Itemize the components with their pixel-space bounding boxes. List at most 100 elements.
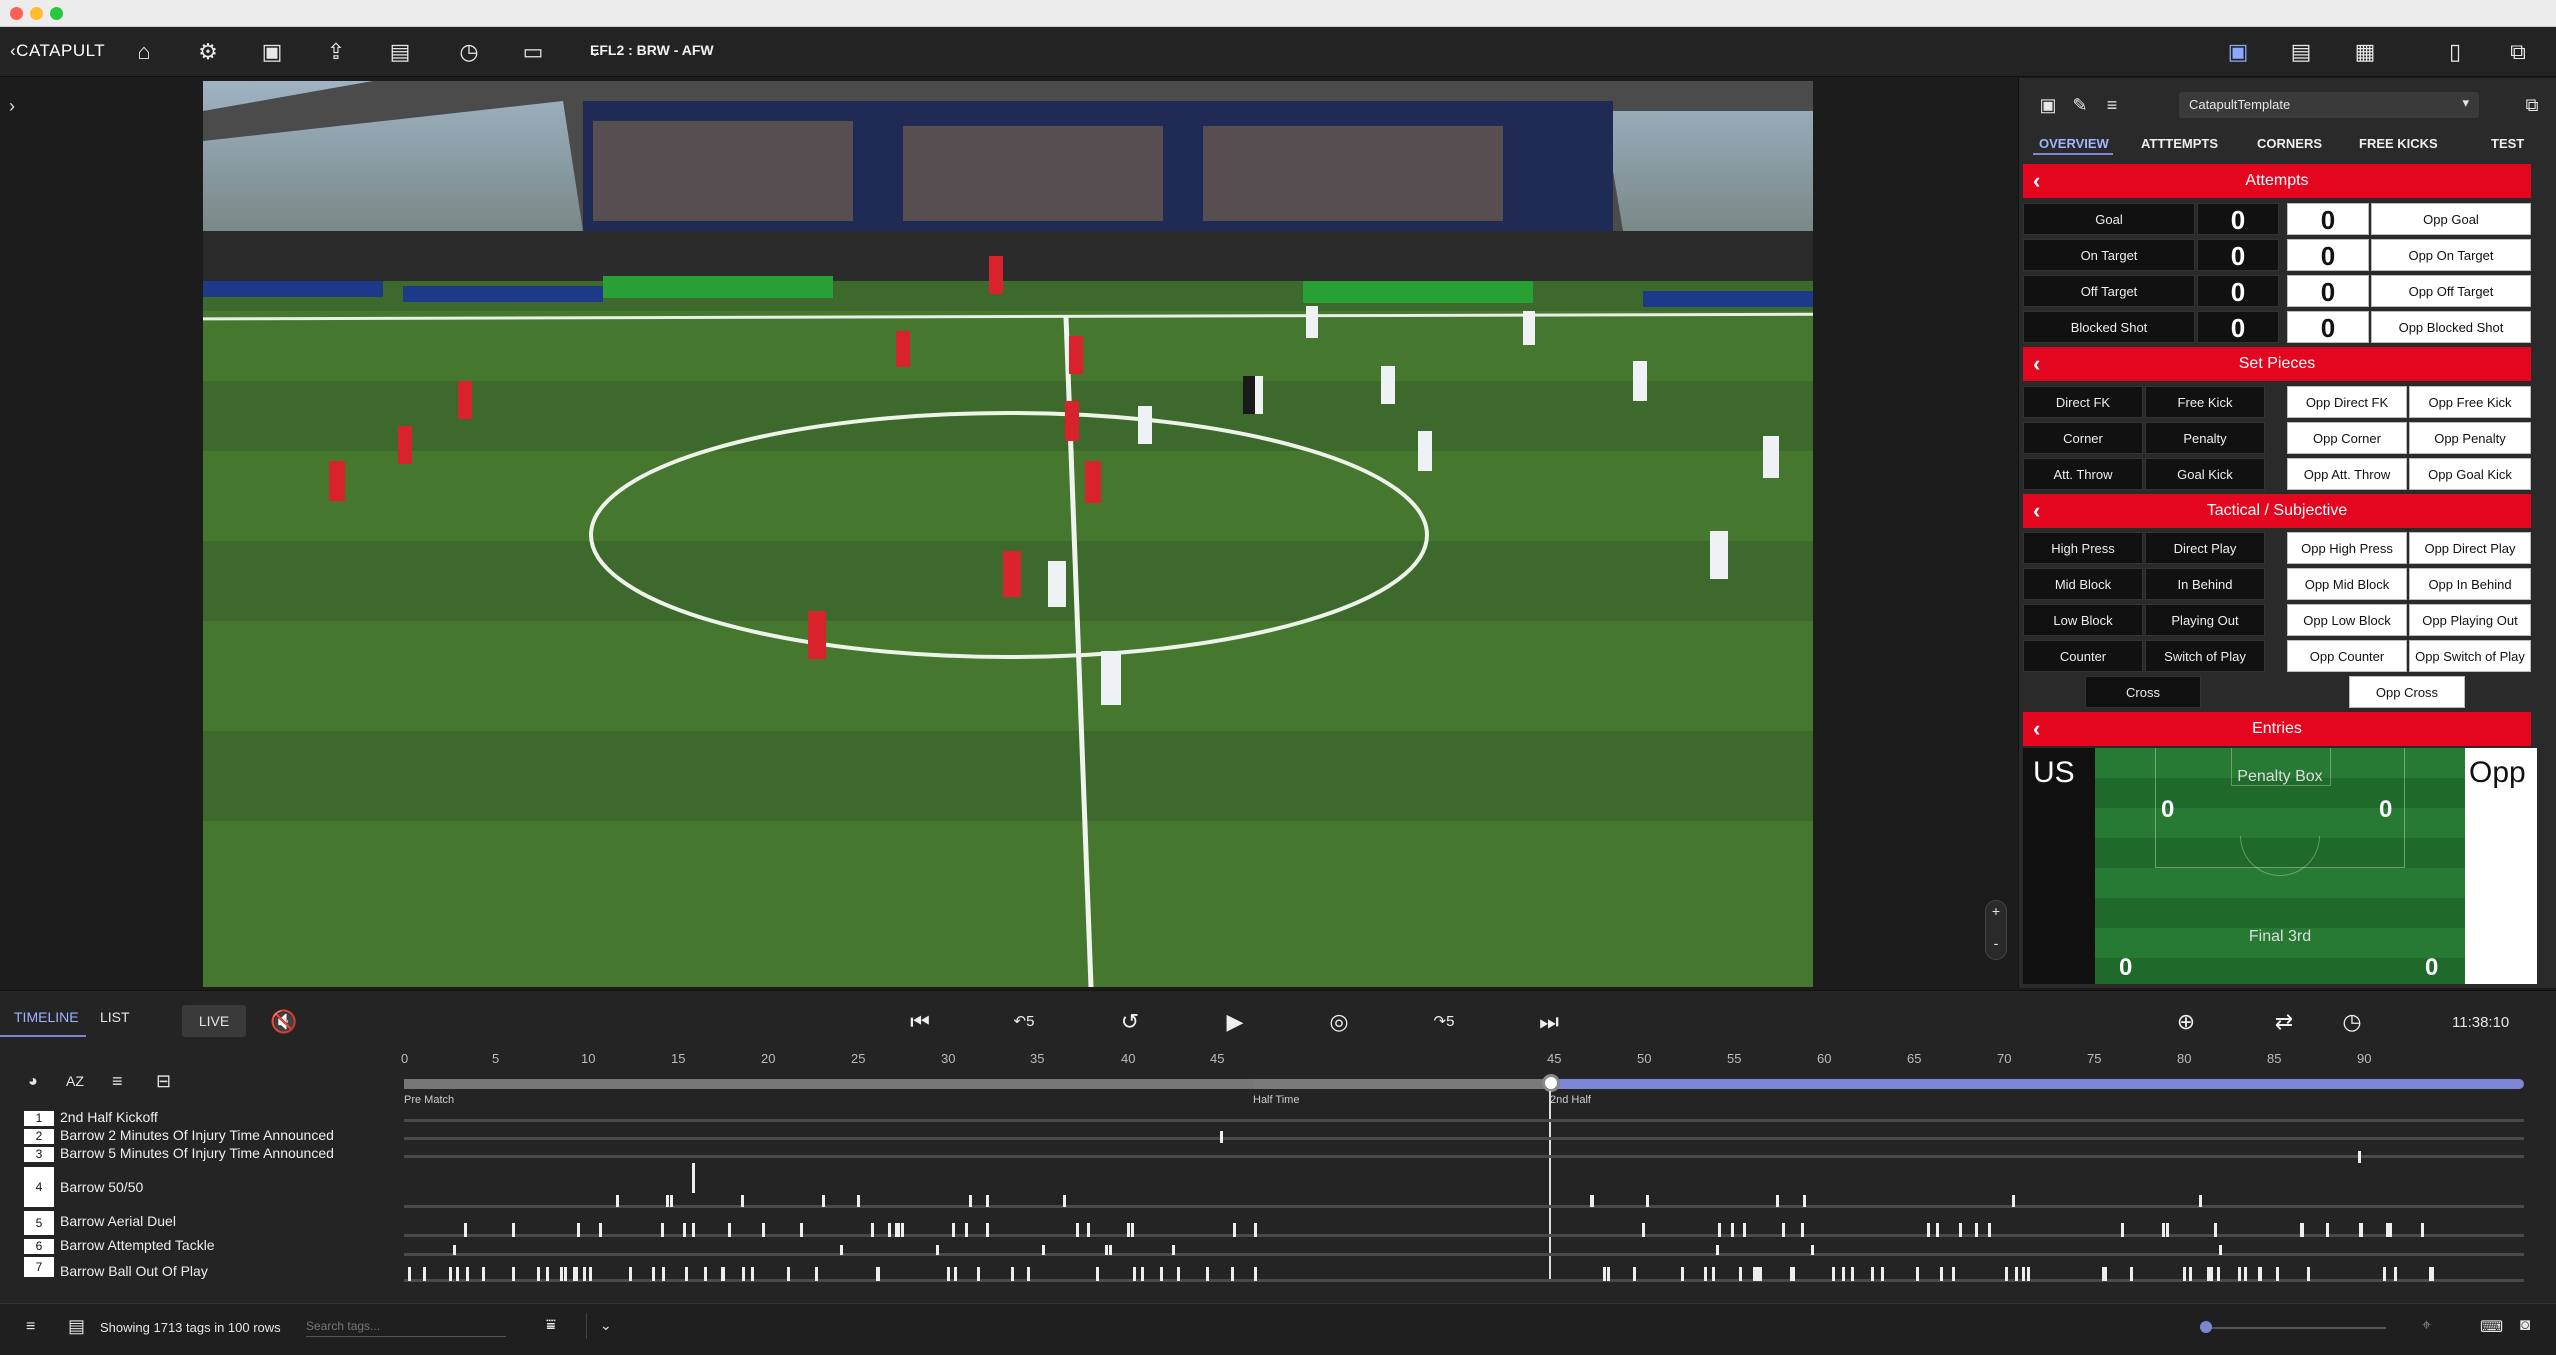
timeline-event-marker[interactable] [652,1267,655,1281]
timeline-event-marker[interactable] [965,1223,968,1237]
match-title[interactable]: EFL2 : BRW - AFW [590,42,714,58]
opp-att-throw-button[interactable]: Opp Att. Throw [2287,458,2407,490]
timeline-event-marker[interactable] [2027,1267,2030,1281]
timeline-event-marker[interactable] [751,1267,754,1281]
opp-goal-kick-button[interactable]: Opp Goal Kick [2409,458,2531,490]
timeline-event-marker[interactable] [822,1195,825,1207]
timeline-event-marker[interactable] [1801,1223,1804,1237]
bookmark-icon[interactable]: ▤ [387,39,413,65]
maximize-window-button[interactable] [50,7,63,20]
timeline-event-marker[interactable] [1087,1223,1090,1237]
penalty-button[interactable]: Penalty [2145,422,2265,454]
tab-test[interactable]: TEST [2491,136,2524,151]
opp-switch-of-play-button[interactable]: Opp Switch of Play [2409,640,2531,672]
timeline-event-marker[interactable] [742,1267,745,1281]
timeline-event-marker[interactable] [1027,1267,1030,1281]
timeline-event-marker[interactable] [1254,1267,1257,1281]
direct-fk-button[interactable]: Direct FK [2023,386,2143,418]
timeline-event-marker[interactable] [2012,1195,2015,1207]
timeline-event-marker[interactable] [954,1267,957,1281]
clock-icon[interactable]: ◷ [2338,1008,2366,1036]
timeline-event-marker[interactable] [2244,1267,2247,1281]
timeline-event-marker[interactable] [2005,1267,2008,1281]
timeline-event-marker[interactable] [2015,1267,2018,1281]
sort-az-icon[interactable]: AZ [66,1073,84,1089]
palette-icon[interactable]: ◕ [28,1073,38,1091]
clock-icon[interactable]: ◷ [456,39,482,65]
timeline-event-marker[interactable] [1927,1223,1930,1237]
timeline-event-marker[interactable] [1133,1267,1136,1281]
timeline-event-marker[interactable] [1803,1195,1806,1207]
timeline-event-marker[interactable] [583,1267,586,1281]
edit-template-icon[interactable]: ✎ [2067,92,2093,118]
timeline-event-marker[interactable] [704,1267,707,1281]
timeline-event-marker[interactable] [685,1267,688,1281]
timeline-event-marker[interactable] [1109,1245,1112,1255]
timeline-event-marker[interactable] [2162,1223,2165,1237]
chevron-right-icon[interactable]: › [9,96,15,117]
section-tactical[interactable]: ‹ Tactical / Subjective [2023,494,2531,528]
opp-high-press-button[interactable]: Opp High Press [2287,532,2407,564]
list-icon[interactable]: ≡ [26,1318,35,1336]
section-entries[interactable]: ‹ Entries [2023,712,2531,746]
timeline-event-marker[interactable] [2217,1267,2220,1281]
timeline-event-marker[interactable] [2199,1195,2202,1207]
row-settings-icon[interactable]: ⊟ [156,1071,171,1092]
keyboard-icon[interactable]: ⌨ [2480,1317,2503,1337]
free-kick-button[interactable]: Free Kick [2145,386,2265,418]
skip-end-icon[interactable]: ⏭ [1535,1008,1563,1036]
timeline-event-marker[interactable] [877,1267,880,1281]
timeline-event-marker[interactable] [666,1195,669,1207]
timeline-event-marker[interactable] [2359,1223,2362,1237]
template-icon[interactable]: ▣ [2035,92,2061,118]
opp-goal-button[interactable]: Opp Goal [2371,203,2531,235]
timeline-event-marker[interactable] [456,1267,459,1281]
timeline-event-marker[interactable] [1590,1195,1593,1207]
timeline-event-marker[interactable] [2431,1267,2434,1281]
tablet-icon[interactable]: ▯ [2442,39,2468,65]
tab-overview[interactable]: OVERVIEW [2039,136,2109,151]
timeline-event-marker[interactable] [661,1223,664,1237]
timeline-event-marker[interactable] [1131,1223,1134,1237]
timeline-event-marker[interactable] [815,1267,818,1281]
video-player[interactable] [203,81,1813,987]
timeline-event-marker[interactable] [599,1223,602,1237]
tab-timeline[interactable]: TIMELINE [14,1009,79,1025]
zoom-out-button[interactable]: - [1986,935,2006,951]
row-label[interactable]: Barrow Ball Out Of Play [60,1263,208,1279]
timeline-event-marker[interactable] [1607,1267,1610,1281]
opp-direct-fk-button[interactable]: Opp Direct FK [2287,386,2407,418]
timeline-event-marker[interactable] [1177,1267,1180,1281]
timeline-event-marker[interactable] [986,1223,989,1237]
attempt-goal-button[interactable]: Goal [2023,203,2195,235]
layout-split-icon[interactable]: ▤ [2288,39,2314,65]
layout-grid-icon[interactable]: ▦ [2352,39,2378,65]
timeline-event-marker[interactable] [2389,1223,2392,1237]
opp-direct-play-button[interactable]: Opp Direct Play [2409,532,2531,564]
timeline-event-marker[interactable] [840,1245,843,1255]
timeline-event-marker[interactable] [2386,1223,2389,1237]
row-label[interactable]: Barrow Attempted Tackle [60,1237,215,1253]
live-button[interactable]: LIVE [182,1005,246,1037]
timeline-event-marker[interactable] [1172,1245,1175,1255]
timeline-event-marker[interactable] [721,1267,724,1281]
timeline-event-marker[interactable] [1233,1223,1236,1237]
timeline-event-marker[interactable] [1790,1267,1793,1281]
timeline-event-marker[interactable] [1141,1267,1144,1281]
zoom-slider-handle[interactable] [2200,1321,2212,1333]
timeline-event-marker[interactable] [2022,1267,2025,1281]
timeline-event-marker[interactable] [952,1223,955,1237]
timeline-event-marker[interactable] [1940,1267,1943,1281]
timeline-event-marker[interactable] [1042,1245,1045,1255]
opp-cross-button[interactable]: Opp Cross [2349,676,2465,708]
timeline-event-marker[interactable] [1206,1267,1209,1281]
play-icon[interactable]: ▶ [1221,1008,1249,1036]
timeline-event-marker[interactable] [1782,1223,1785,1237]
external-link-icon[interactable]: ⧉ [2505,39,2531,65]
timeline-event-marker[interactable] [1718,1223,1721,1237]
timeline-event-marker[interactable] [2421,1223,2424,1237]
in-behind-button[interactable]: In Behind [2145,568,2265,600]
tab-free-kicks[interactable]: FREE KICKS [2359,136,2438,151]
timeline-event-marker[interactable] [1716,1245,1719,1255]
settings-icon[interactable]: ⚙ [195,39,221,65]
